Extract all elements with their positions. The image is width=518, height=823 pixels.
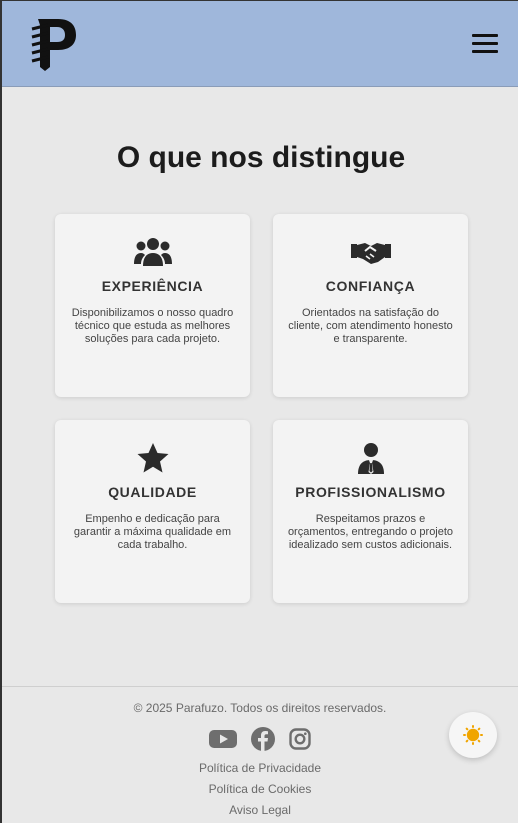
card-description: Disponibilizamos o nosso quadro técnico …	[71, 307, 234, 345]
instagram-icon[interactable]	[289, 728, 312, 755]
theme-toggle-button[interactable]	[449, 712, 497, 758]
feature-card-qualidade: QUALIDADE Empenho e dedicação para garan…	[55, 420, 250, 603]
businessman-icon	[357, 443, 384, 474]
feature-card-profissionalismo: PROFISSIONALISMO Respeitamos prazos e or…	[273, 420, 468, 603]
card-description: Orientados na satisfação do cliente, com…	[288, 307, 453, 345]
handshake-icon	[350, 243, 391, 264]
star-icon	[137, 443, 168, 473]
cookie-policy-link[interactable]: Política de Cookies	[2, 782, 518, 796]
site-header	[2, 1, 518, 87]
section-title: O que nos distingue	[116, 141, 406, 174]
card-description: Respeitamos prazos e orçamentos, entrega…	[287, 513, 454, 551]
menu-bar	[472, 50, 498, 53]
facebook-icon[interactable]	[251, 727, 275, 756]
card-description: Empenho e dedicação para garantir a máxi…	[73, 513, 232, 551]
users-group-icon	[133, 238, 172, 266]
parafuzo-logo[interactable]	[28, 15, 78, 71]
copyright-text: © 2025 Parafuzo. Todos os direitos reser…	[133, 701, 387, 715]
youtube-icon[interactable]	[208, 728, 237, 755]
social-links	[2, 727, 518, 756]
feature-card-confianca: CONFIANÇA Orientados na satisfação do cl…	[273, 214, 468, 397]
legal-notice-link[interactable]: Aviso Legal	[2, 803, 518, 817]
privacy-policy-link[interactable]: Política de Privacidade	[2, 761, 518, 775]
card-title: EXPERIÊNCIA	[101, 278, 204, 294]
card-title: PROFISSIONALISMO	[295, 484, 446, 500]
card-title: CONFIANÇA	[325, 278, 416, 294]
feature-card-experiencia: EXPERIÊNCIA Disponibilizamos o nosso qua…	[55, 214, 250, 397]
hamburger-menu-icon[interactable]	[472, 33, 498, 55]
site-footer: © 2025 Parafuzo. Todos os direitos reser…	[2, 686, 518, 823]
menu-bar	[472, 34, 498, 37]
menu-bar	[472, 42, 498, 45]
sun-icon	[463, 725, 483, 745]
card-title: QUALIDADE	[108, 484, 197, 500]
